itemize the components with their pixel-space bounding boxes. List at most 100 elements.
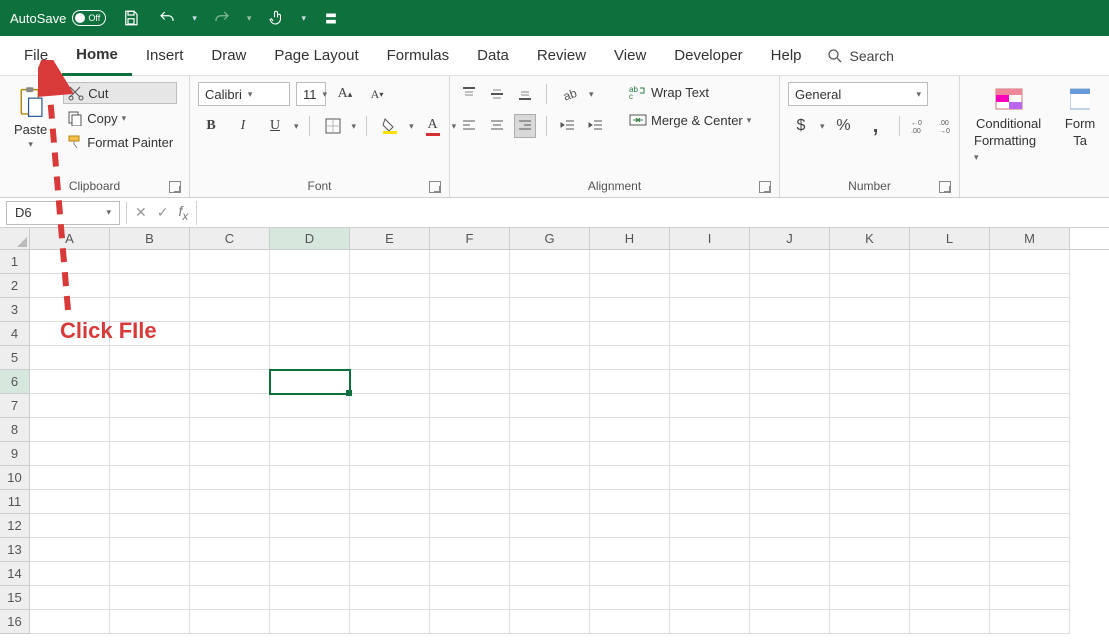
cell-H5[interactable] <box>590 346 670 370</box>
cell-J9[interactable] <box>750 442 830 466</box>
cell-J6[interactable] <box>750 370 830 394</box>
cell-A12[interactable] <box>30 514 110 538</box>
cell-A7[interactable] <box>30 394 110 418</box>
cell-C10[interactable] <box>190 466 270 490</box>
cell-L8[interactable] <box>910 418 990 442</box>
column-header-M[interactable]: M <box>990 228 1070 249</box>
undo-dropdown-icon[interactable]: ▾ <box>192 13 197 24</box>
cell-I5[interactable] <box>670 346 750 370</box>
wrap-text-button[interactable]: abc Wrap Text <box>625 82 755 102</box>
cell-D16[interactable] <box>270 610 350 634</box>
cell-A10[interactable] <box>30 466 110 490</box>
cell-C2[interactable] <box>190 274 270 298</box>
cell-C7[interactable] <box>190 394 270 418</box>
cell-H3[interactable] <box>590 298 670 322</box>
cell-B6[interactable] <box>110 370 190 394</box>
cell-L1[interactable] <box>910 250 990 274</box>
cell-H12[interactable] <box>590 514 670 538</box>
formula-input[interactable] <box>196 201 1109 225</box>
cell-I11[interactable] <box>670 490 750 514</box>
align-middle-icon[interactable] <box>486 82 508 106</box>
cell-J15[interactable] <box>750 586 830 610</box>
cell-J10[interactable] <box>750 466 830 490</box>
cell-K6[interactable] <box>830 370 910 394</box>
align-top-icon[interactable] <box>458 82 480 106</box>
cell-K15[interactable] <box>830 586 910 610</box>
cell-G12[interactable] <box>510 514 590 538</box>
accounting-format-icon[interactable]: $ <box>788 114 814 138</box>
font-color-button[interactable]: A <box>420 114 446 138</box>
cell-D6[interactable] <box>270 370 350 394</box>
toggle-switch[interactable]: Off <box>72 10 106 26</box>
cell-I16[interactable] <box>670 610 750 634</box>
cell-G6[interactable] <box>510 370 590 394</box>
cell-M11[interactable] <box>990 490 1070 514</box>
cell-J5[interactable] <box>750 346 830 370</box>
merge-center-dropdown-icon[interactable]: ▾ <box>747 115 752 126</box>
merge-center-button[interactable]: Merge & Center ▾ <box>625 110 755 130</box>
cell-D8[interactable] <box>270 418 350 442</box>
cell-L11[interactable] <box>910 490 990 514</box>
row-header-15[interactable]: 15 <box>0 586 30 610</box>
cell-A8[interactable] <box>30 418 110 442</box>
cell-L3[interactable] <box>910 298 990 322</box>
save-icon[interactable] <box>120 7 142 29</box>
redo-icon[interactable] <box>211 7 233 29</box>
cell-G3[interactable] <box>510 298 590 322</box>
cell-M10[interactable] <box>990 466 1070 490</box>
accounting-dropdown-icon[interactable]: ▾ <box>820 121 825 132</box>
cell-K9[interactable] <box>830 442 910 466</box>
cell-C6[interactable] <box>190 370 270 394</box>
row-header-7[interactable]: 7 <box>0 394 30 418</box>
cell-I6[interactable] <box>670 370 750 394</box>
cell-E7[interactable] <box>350 394 430 418</box>
cell-H8[interactable] <box>590 418 670 442</box>
cell-C3[interactable] <box>190 298 270 322</box>
cell-F13[interactable] <box>430 538 510 562</box>
increase-decimal-icon[interactable]: ←0.00 <box>910 114 932 138</box>
cell-F11[interactable] <box>430 490 510 514</box>
number-format-combo[interactable]: General▾ <box>788 82 928 106</box>
tab-view[interactable]: View <box>600 36 660 76</box>
cell-G11[interactable] <box>510 490 590 514</box>
cell-L13[interactable] <box>910 538 990 562</box>
cell-G13[interactable] <box>510 538 590 562</box>
underline-button[interactable]: U <box>262 114 288 138</box>
cell-H9[interactable] <box>590 442 670 466</box>
cell-E4[interactable] <box>350 322 430 346</box>
cell-B8[interactable] <box>110 418 190 442</box>
row-header-11[interactable]: 11 <box>0 490 30 514</box>
tab-page-layout[interactable]: Page Layout <box>260 36 372 76</box>
format-as-table-button[interactable]: Form Ta <box>1059 82 1101 152</box>
cell-D9[interactable] <box>270 442 350 466</box>
cell-A6[interactable] <box>30 370 110 394</box>
cell-A9[interactable] <box>30 442 110 466</box>
redo-dropdown-icon[interactable]: ▾ <box>247 13 252 24</box>
row-header-9[interactable]: 9 <box>0 442 30 466</box>
cell-F15[interactable] <box>430 586 510 610</box>
cell-E5[interactable] <box>350 346 430 370</box>
cell-M6[interactable] <box>990 370 1070 394</box>
cell-I15[interactable] <box>670 586 750 610</box>
cell-F12[interactable] <box>430 514 510 538</box>
cell-G16[interactable] <box>510 610 590 634</box>
cancel-formula-icon[interactable]: ✕ <box>135 204 147 221</box>
cell-E16[interactable] <box>350 610 430 634</box>
tab-insert[interactable]: Insert <box>132 36 198 76</box>
cell-H13[interactable] <box>590 538 670 562</box>
increase-font-icon[interactable]: A▴ <box>332 82 358 106</box>
borders-button[interactable] <box>320 114 346 138</box>
cell-H2[interactable] <box>590 274 670 298</box>
cell-C12[interactable] <box>190 514 270 538</box>
cell-B14[interactable] <box>110 562 190 586</box>
cell-L14[interactable] <box>910 562 990 586</box>
cell-C11[interactable] <box>190 490 270 514</box>
underline-dropdown-icon[interactable]: ▾ <box>294 121 299 132</box>
cell-E2[interactable] <box>350 274 430 298</box>
cell-G8[interactable] <box>510 418 590 442</box>
cell-C15[interactable] <box>190 586 270 610</box>
row-header-6[interactable]: 6 <box>0 370 30 394</box>
cell-F14[interactable] <box>430 562 510 586</box>
cell-L16[interactable] <box>910 610 990 634</box>
decrease-decimal-icon[interactable]: .00→0 <box>938 114 960 138</box>
